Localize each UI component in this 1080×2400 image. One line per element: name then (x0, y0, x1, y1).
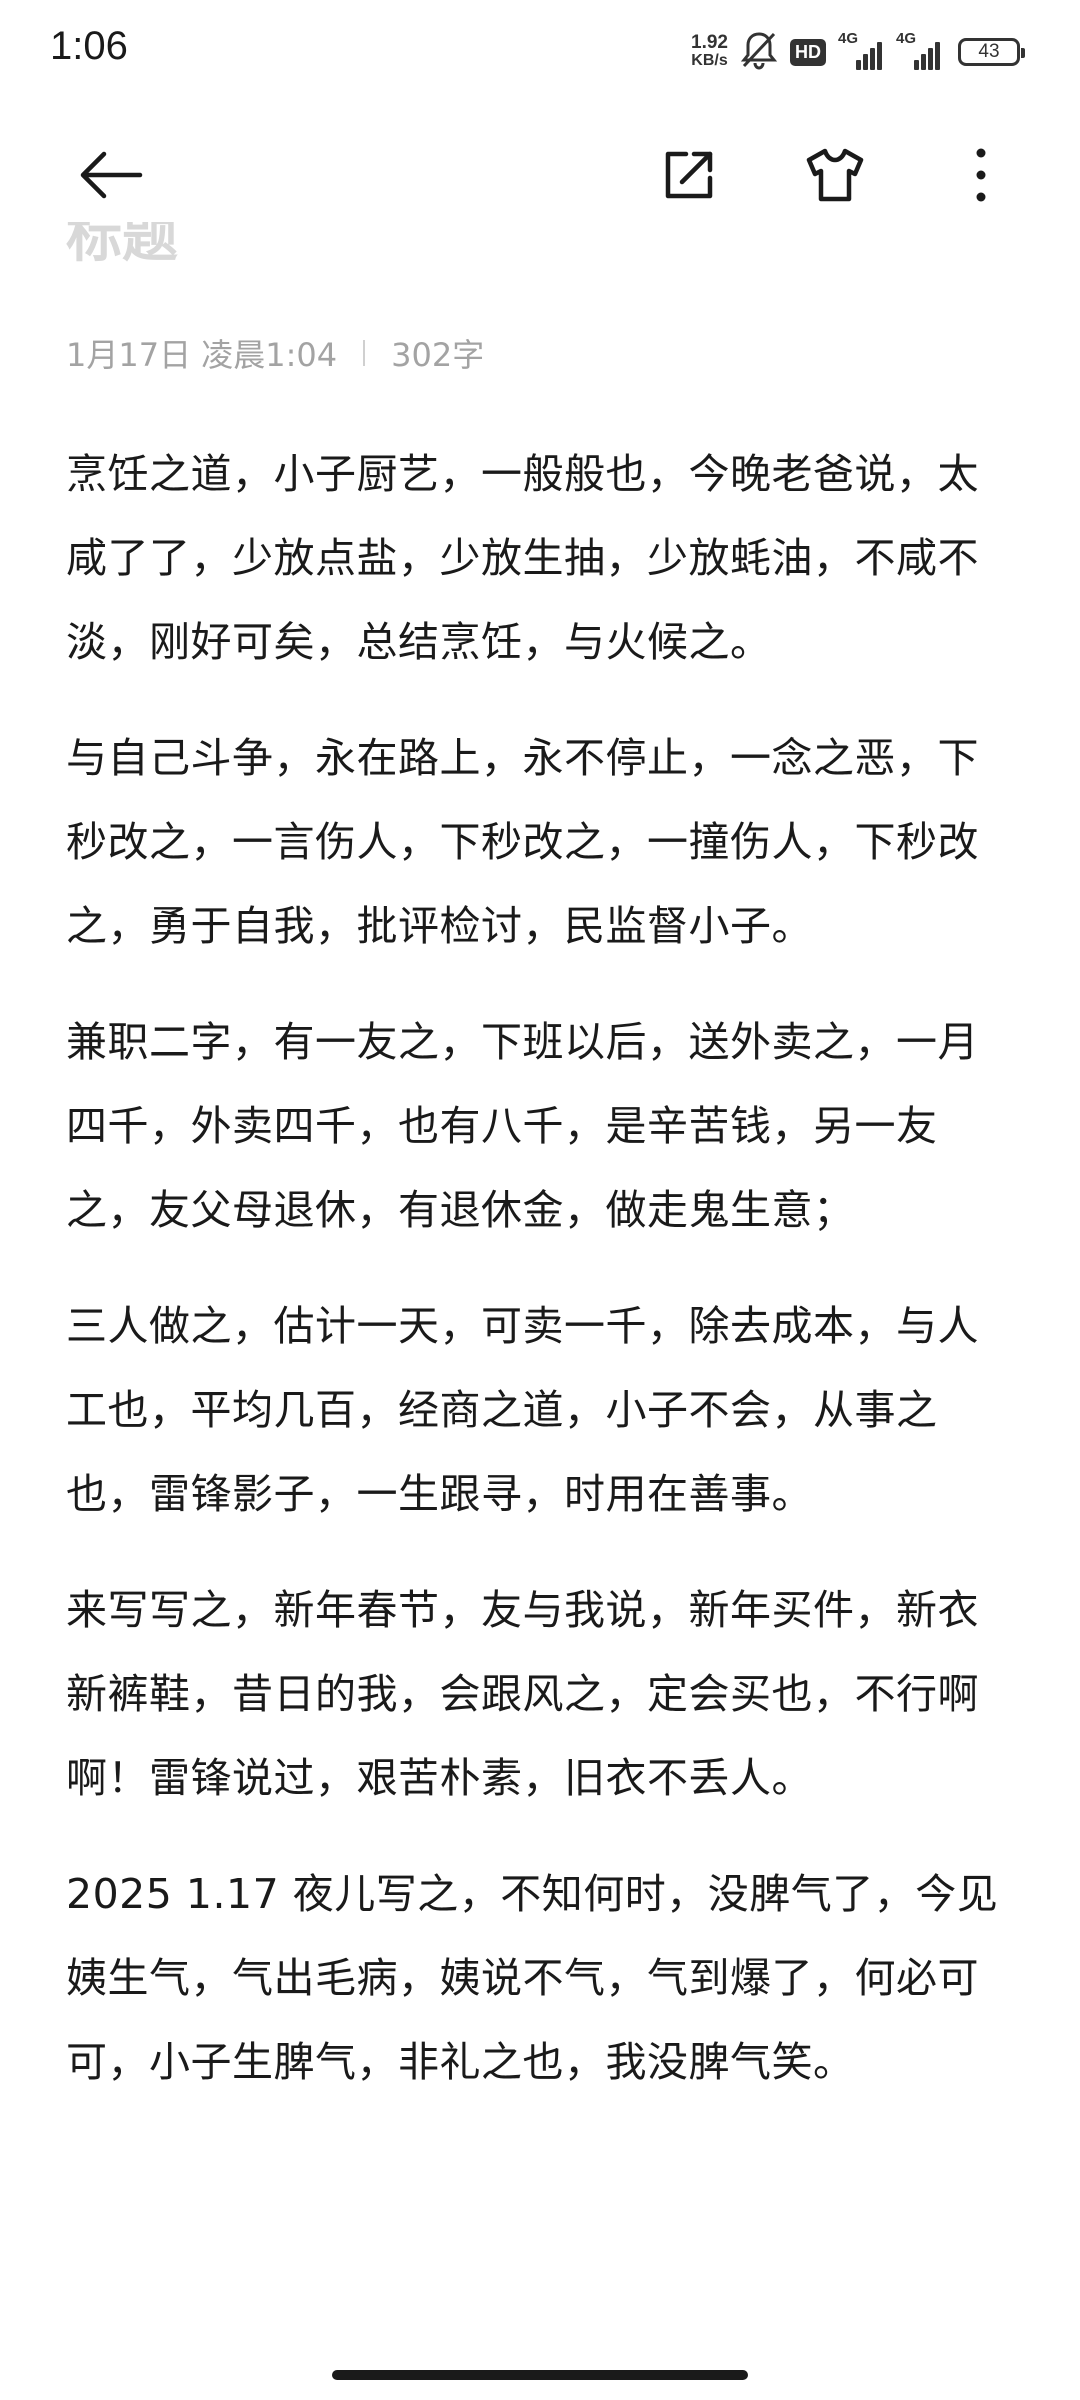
note-meta: 1月17日 凌晨1:04 302字 (66, 330, 484, 376)
share-external-icon (665, 151, 713, 199)
back-button[interactable] (66, 130, 156, 220)
arrow-left-icon (80, 151, 143, 199)
note-date: 1月17日 凌晨1:04 (66, 336, 338, 374)
signal-1-icon: 4G (838, 30, 884, 70)
more-vertical-icon (976, 148, 986, 202)
network-speed: 1.92 KB/s (691, 32, 728, 70)
home-indicator[interactable] (332, 2370, 748, 2380)
theme-button[interactable] (790, 130, 880, 220)
note-paragraph: 兼职二字，有一友之，下班以后，送外卖之，一月四千，外卖四千，也有八千，是辛苦钱，… (66, 1018, 979, 1234)
app-bar (0, 120, 1080, 230)
more-button[interactable] (936, 130, 1026, 220)
note-title-text: 标题 (66, 222, 178, 270)
status-icons: 1.92 KB/s HD 4G 4G 43 (691, 28, 1025, 76)
bell-off-icon (740, 30, 778, 74)
battery-icon: 43 (958, 38, 1025, 66)
signal-2-label: 4G (896, 30, 917, 47)
note-word-count: 302字 (391, 336, 485, 374)
note-paragraph: 烹饪之道，小子厨艺，一般般也，今晚老爸说，太咸了了，少放点盐，少放生抽，少放蚝油… (66, 450, 979, 666)
battery-level: 43 (978, 41, 1000, 62)
note-body[interactable]: 烹饪之道，小子厨艺，一般般也，今晚老爸说，太咸了了，少放点盐，少放生抽，少放蚝油… (66, 432, 1014, 2136)
meta-divider (363, 340, 366, 366)
status-time: 1:06 (50, 24, 128, 68)
note-paragraph: 2025 1.17 夜儿写之，不知何时，没脾气了，今见姨生气，气出毛病，姨说不气… (66, 1870, 999, 2086)
shirt-icon (806, 148, 864, 202)
network-speed-value: 1.92 (691, 32, 728, 53)
hd-badge: HD (790, 38, 826, 66)
signal-1-label: 4G (838, 30, 859, 47)
note-title: 标题 (66, 222, 466, 280)
status-bar: 1:06 1.92 KB/s HD 4G 4G 43 (0, 0, 1080, 100)
signal-2-icon: 4G (896, 30, 946, 70)
note-paragraph: 三人做之，估计一天，可卖一千，除去成本，与人工也，平均几百，经商之道，小子不会，… (66, 1302, 979, 1518)
network-speed-unit: KB/s (691, 52, 728, 69)
note-paragraph: 与自己斗争，永在路上，永不停止，一念之恶，下秒改之，一言伤人，下秒改之，一撞伤人… (66, 734, 979, 950)
note-paragraph: 来写写之，新年春节，友与我说，新年买件，新衣新裤鞋，昔日的我，会跟风之，定会买也… (66, 1586, 979, 1802)
share-button[interactable] (644, 130, 734, 220)
